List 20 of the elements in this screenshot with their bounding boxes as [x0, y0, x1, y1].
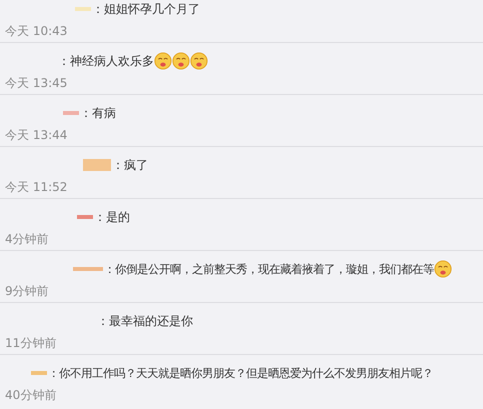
comment-time: 11分钟前 — [5, 335, 58, 352]
comment-time: 9分钟前 — [5, 283, 50, 300]
comment-text: ：有病 — [80, 104, 116, 122]
emoji-icon — [190, 52, 208, 70]
comment-text: ：你倒是公开啊，之前整天秀，现在藏着掖着了，璇姐，我们都在等 — [104, 262, 434, 276]
comment-time: 今天 10:43 — [5, 23, 68, 40]
comment-time: 今天 13:44 — [5, 127, 68, 144]
comment-time: 今天 11:52 — [5, 179, 68, 196]
comment-time: 今天 13:45 — [5, 75, 68, 92]
comment-time: 4分钟前 — [5, 231, 50, 248]
comment-text: ：姐姐怀孕几个月了 — [92, 0, 200, 18]
comment-time: 40分钟前 — [5, 387, 58, 404]
emoji-icon — [172, 52, 190, 70]
comment-text: ：疯了 — [112, 156, 148, 174]
emoji-icon — [154, 52, 172, 70]
comment-text: ：神经病人欢乐多 — [58, 52, 154, 70]
comment-text: ：你不用工作吗？天天就是晒你男朋友？但是晒恩爱为什么不发男朋友相片呢？ — [48, 366, 433, 380]
comment-text: ：是的 — [94, 208, 130, 226]
emoji-icon — [434, 260, 452, 278]
comment-text: ：最幸福的还是你 — [97, 312, 193, 330]
